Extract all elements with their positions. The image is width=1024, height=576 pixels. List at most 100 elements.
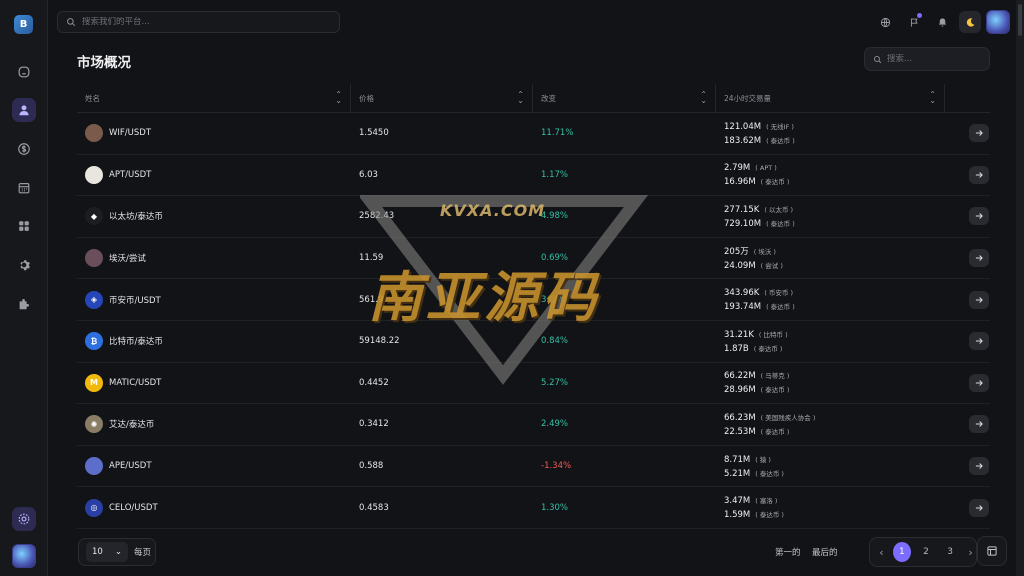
action-cell: [945, 155, 990, 196]
column-header-volume[interactable]: 24小时交易量 ⌃ ⌄: [716, 83, 945, 113]
table-row[interactable]: ₿ 比特币/泰达币 59148.22 0.84% 31.21K ( 比特币 ) 1…: [77, 321, 990, 363]
volume-quote: 183.62M: [724, 135, 762, 146]
table-row[interactable]: ◎ CELO/USDT 0.4583 1.30% 3.47M ( 塞洛 ) 1.5…: [77, 487, 990, 529]
table-row[interactable]: ✺ 艾达/泰达币 0.3412 2.49% 66.23M ( 美国残疾人协会 ) …: [77, 404, 990, 446]
arrow-right-icon[interactable]: [969, 124, 989, 143]
volume-base: 121.04M: [724, 121, 762, 132]
volume-base-unit: ( 猿 ): [755, 455, 771, 464]
table-search-input[interactable]: [887, 54, 977, 64]
change-value: 4.98%: [541, 211, 569, 222]
column-header-name[interactable]: 姓名 ⌃ ⌄: [77, 83, 351, 113]
arrow-right-icon[interactable]: [969, 207, 989, 226]
action-cell: [945, 446, 990, 487]
arrow-right-icon[interactable]: [969, 457, 989, 476]
global-search-input[interactable]: [82, 17, 312, 27]
volume-quote: 1.59M: [724, 510, 751, 521]
app-logo[interactable]: B: [14, 15, 33, 34]
volume-base: 343.96K: [724, 288, 760, 299]
volume-quote-unit: ( 泰达币 ): [755, 511, 784, 520]
table-row[interactable]: APT/USDT 6.03 1.17% 2.79M ( APT ) 16.96M (…: [77, 155, 990, 197]
action-cell: [945, 196, 990, 237]
grid-icon[interactable]: [12, 214, 36, 238]
arrow-right-icon[interactable]: [969, 373, 989, 392]
price-value: 0.4452: [359, 377, 389, 388]
price-cell: 0.588: [351, 446, 533, 487]
flag-icon[interactable]: [906, 13, 922, 30]
per-page-label: 每页: [134, 548, 152, 558]
last-page-link[interactable]: 最后的: [812, 546, 838, 558]
column-header-price[interactable]: 价格 ⌃ ⌄: [351, 83, 533, 113]
pair-name: WIF/USDT: [109, 128, 152, 139]
global-search[interactable]: [57, 11, 340, 33]
table-row[interactable]: APE/USDT 0.588 -1.34% 8.71M ( 猿 ) 5.21M ( …: [77, 446, 990, 488]
per-page-select[interactable]: 10 ⌄: [86, 542, 128, 562]
price-value: 2582.43: [359, 211, 395, 222]
chevron-left-icon[interactable]: ‹: [876, 546, 887, 559]
gear-icon[interactable]: [12, 253, 36, 277]
table-search[interactable]: [864, 47, 990, 71]
arrow-right-icon[interactable]: [969, 165, 989, 184]
table-row[interactable]: WIF/USDT 1.5450 11.71% 121.04M ( 无线IF ) 1…: [77, 113, 990, 155]
first-page-link[interactable]: 第一的: [775, 546, 801, 558]
globe-icon[interactable]: [877, 14, 893, 30]
volume-quote-unit: ( 泰达币 ): [760, 177, 790, 186]
pair-cell: WIF/USDT: [77, 113, 351, 154]
table-row[interactable]: 埃沃/尝试 11.59 0.69% 205万 ( 埃沃 ) 24.09M ( 尝试 …: [77, 238, 990, 280]
scrollbar-thumb[interactable]: [1018, 4, 1022, 36]
page-button-1[interactable]: 1: [892, 542, 911, 562]
volume-quote: 193.74M: [724, 302, 762, 313]
arrow-right-icon[interactable]: [969, 415, 989, 434]
volume-quote: 16.96M: [724, 176, 756, 187]
price-cell: 0.4452: [351, 363, 533, 404]
pair-name: MATIC/USDT: [109, 377, 162, 388]
sidebar-avatar[interactable]: [12, 544, 36, 568]
table-body: WIF/USDT 1.5450 11.71% 121.04M ( 无线IF ) 1…: [77, 113, 990, 529]
price-cell: 2582.43: [351, 196, 533, 237]
pair-cell: APE/USDT: [77, 446, 351, 487]
volume-cell: 66.23M ( 美国残疾人协会 ) 22.53M ( 泰达币 ): [716, 404, 945, 445]
sidebar: B: [0, 0, 48, 576]
user-icon[interactable]: [12, 98, 36, 122]
dollar-icon[interactable]: [12, 137, 36, 161]
table-row[interactable]: ◈ 币安币/USDT 561.9 3.68% 343.96K ( 币安币 ) 19…: [77, 279, 990, 321]
volume-quote-unit: ( 泰达币 ): [766, 219, 795, 228]
scrollbar[interactable]: [1016, 0, 1024, 576]
sort-icon[interactable]: ⌃ ⌄: [700, 91, 707, 105]
volume-base: 3.47M: [724, 496, 751, 507]
sort-icon[interactable]: ⌃ ⌄: [517, 91, 524, 105]
volume-base-unit: ( 塞洛 ): [755, 497, 778, 506]
pair-cell: ◎ CELO/USDT: [77, 487, 351, 528]
arrow-right-icon[interactable]: [969, 498, 989, 517]
settings-toggle-icon[interactable]: [12, 507, 36, 531]
arrow-right-icon[interactable]: [969, 249, 989, 268]
user-avatar[interactable]: [986, 10, 1010, 34]
volume-cell: 121.04M ( 无线IF ) 183.62M ( 泰达币 ): [716, 113, 945, 154]
sort-icon[interactable]: ⌃ ⌄: [929, 91, 936, 105]
moon-icon[interactable]: [959, 11, 981, 33]
sort-icon[interactable]: ⌃ ⌄: [335, 91, 342, 105]
puzzle-icon[interactable]: [12, 292, 36, 316]
volume-base-unit: ( 以太币 ): [764, 205, 794, 214]
arrow-right-icon[interactable]: [969, 290, 989, 309]
volume-quote: 5.21M: [724, 468, 751, 479]
change-cell: 3.68%: [533, 279, 716, 320]
arrow-right-icon[interactable]: [969, 332, 989, 351]
table-header: 姓名 ⌃ ⌄ 价格 ⌃ ⌄ 改变 ⌃ ⌄ 24小时交易量 ⌃ ⌄: [77, 83, 990, 113]
pair-name: APE/USDT: [109, 461, 152, 472]
bell-icon[interactable]: [934, 14, 950, 30]
page-button-3[interactable]: 3: [941, 542, 959, 562]
calendar-icon[interactable]: [12, 176, 36, 200]
per-page-control: 10 ⌄ 每页: [78, 538, 156, 566]
table-row[interactable]: M MATIC/USDT 0.4452 5.27% 66.22M ( 马蒂克 ) …: [77, 363, 990, 405]
volume-cell: 8.71M ( 猿 ) 5.21M ( 泰达币 ): [716, 446, 945, 487]
layout-icon[interactable]: [977, 536, 1007, 566]
pair-name: 币安币/USDT: [109, 295, 161, 306]
page-button-2[interactable]: 2: [917, 542, 935, 562]
column-header-change[interactable]: 改变 ⌃ ⌄: [533, 83, 716, 113]
market-table: 姓名 ⌃ ⌄ 价格 ⌃ ⌄ 改变 ⌃ ⌄ 24小时交易量 ⌃ ⌄ WIF/USDT 1.5450…: [77, 83, 990, 529]
table-row[interactable]: ◆ 以太坊/泰达币 2582.43 4.98% 277.15K ( 以太币 ) 7…: [77, 196, 990, 238]
volume-base-unit: ( 埃沃 ): [753, 248, 776, 257]
coin-icon: ✺: [85, 415, 103, 434]
home-icon[interactable]: [12, 60, 36, 84]
chevron-right-icon[interactable]: ›: [965, 546, 976, 559]
